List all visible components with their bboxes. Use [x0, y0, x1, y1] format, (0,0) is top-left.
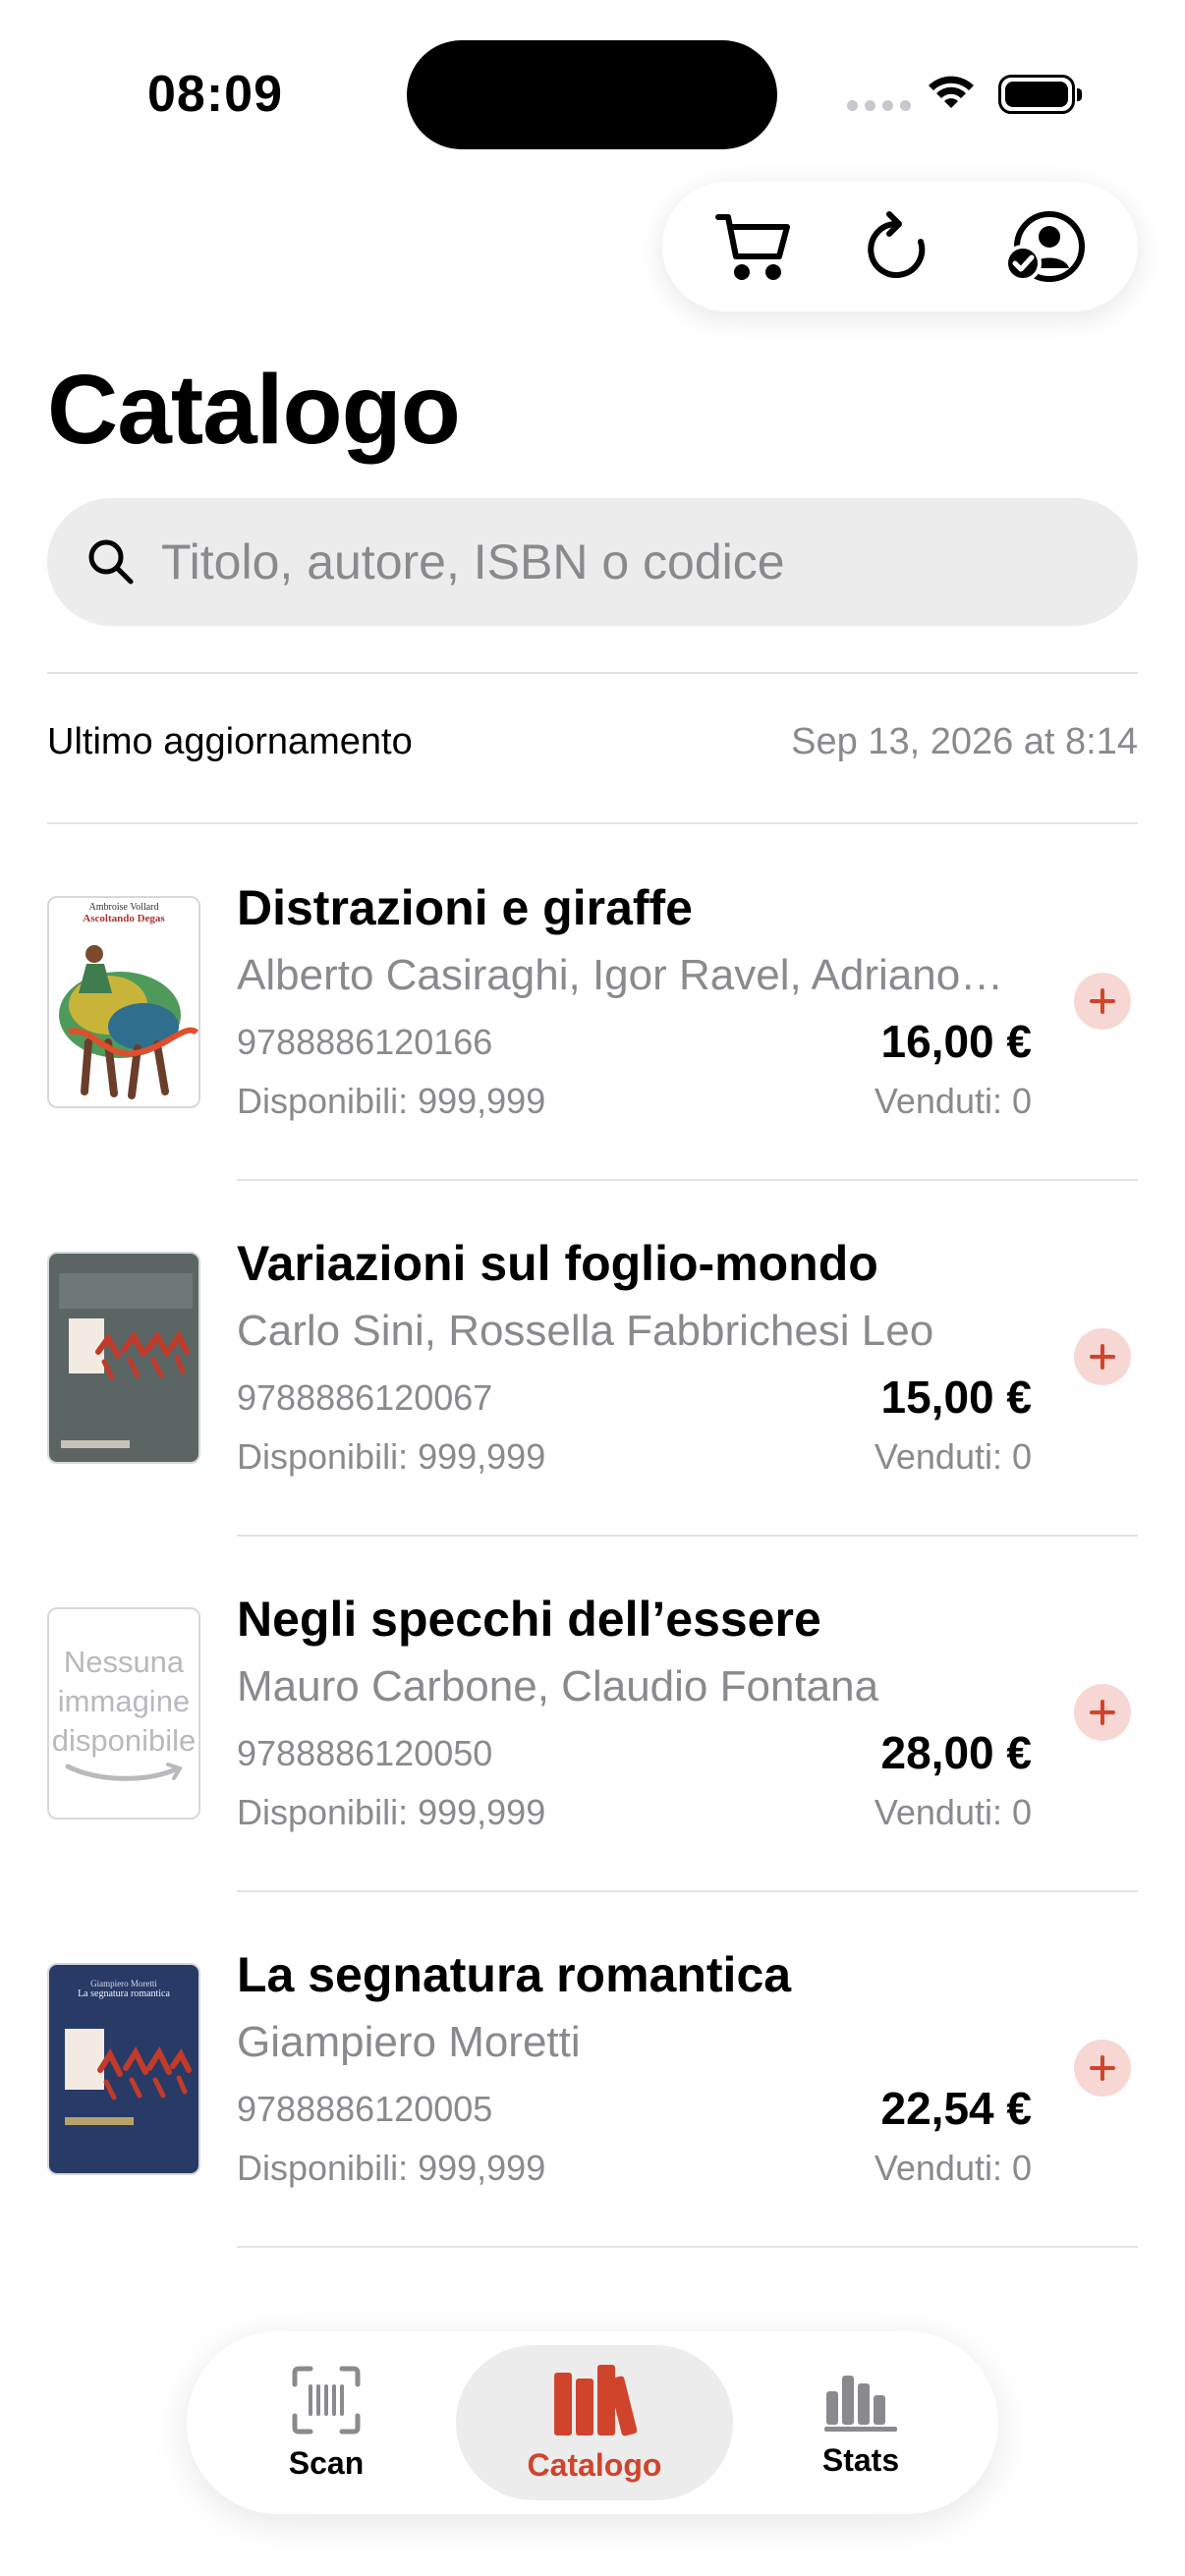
search-icon	[88, 539, 134, 585]
add-to-cart-button[interactable]	[1074, 973, 1131, 1030]
book-list: Ambroise Vollard Ascoltando Degas Distra…	[0, 825, 1185, 2248]
book-isbn: 9788886120067	[237, 1377, 493, 1418]
book-sold: Venduti: 0	[874, 1436, 1032, 1477]
row-divider	[237, 2246, 1138, 2248]
account-button[interactable]	[996, 197, 1095, 296]
book-title: Distrazioni e giraffe	[237, 880, 693, 935]
book-authors: Alberto Casiraghi, Igor Ravel, Adriano…	[237, 951, 1004, 999]
battery-icon	[998, 75, 1082, 114]
bar-chart-icon	[824, 2375, 897, 2432]
dynamic-island	[407, 40, 777, 149]
page-title: Catalogo	[47, 355, 461, 465]
refresh-button[interactable]	[851, 197, 949, 296]
book-available: Disponibili: 999,999	[237, 1081, 546, 1121]
book-sold: Venduti: 0	[874, 1792, 1032, 1832]
book-cover-placeholder: Nessuna immagine disponibile	[47, 1607, 200, 1820]
cart-icon	[715, 214, 790, 280]
tab-label: Catalogo	[527, 2446, 662, 2483]
tab-bar: Scan Catalogo Stats	[187, 2331, 998, 2514]
plus-icon	[1090, 988, 1115, 1014]
plus-icon	[1090, 1344, 1115, 1370]
placeholder-text: immagine	[57, 1684, 191, 1718]
cover-figures-illustration	[65, 2029, 192, 2125]
placeholder-text: Nessuna	[63, 1645, 185, 1679]
cover-author-text: Giampiero Moretti	[90, 1979, 157, 1988]
last-update-row: Ultimo aggiornamento Sep 13, 2026 at 8:1…	[47, 721, 1138, 763]
book-title: Negli specchi dell’essere	[237, 1592, 821, 1647]
add-to-cart-button[interactable]	[1074, 1328, 1131, 1385]
book-available: Disponibili: 999,999	[237, 2148, 546, 2188]
last-update-label: Ultimo aggiornamento	[47, 721, 413, 762]
book-authors: Mauro Carbone, Claudio Fontana	[237, 1662, 879, 1710]
book-cover: Ambroise Vollard Ascoltando Degas	[47, 896, 200, 1108]
cover-author-text: Ambroise Vollard	[88, 902, 159, 913]
book-price: 22,54 €	[880, 2083, 1032, 2134]
book-isbn: 9788886120005	[237, 2089, 493, 2129]
cellular-signal-icon	[847, 100, 911, 111]
cart-button[interactable]	[705, 197, 804, 296]
refresh-icon	[868, 211, 926, 278]
placeholder-text: disponibile	[51, 1723, 197, 1758]
tab-catalogo[interactable]: Catalogo	[456, 2345, 733, 2500]
book-cover	[47, 1252, 200, 1464]
book-available: Disponibili: 999,999	[237, 1436, 546, 1477]
divider	[47, 672, 1138, 674]
book-sold: Venduti: 0	[874, 1081, 1032, 1121]
account-verified-icon	[1004, 211, 1085, 282]
book-authors: Giampiero Moretti	[237, 2018, 581, 2066]
plus-icon	[1090, 2055, 1115, 2081]
book-isbn: 9788886120050	[237, 1733, 493, 1773]
cover-figures-illustration	[59, 1273, 193, 1448]
wifi-icon	[929, 76, 974, 108]
cover-dancers-illustration	[59, 945, 198, 1099]
plus-icon	[1090, 1700, 1115, 1725]
add-to-cart-button[interactable]	[1074, 1684, 1131, 1741]
list-item[interactable]: Nessuna immagine disponibile Negli specc…	[0, 1537, 1185, 1892]
books-icon	[554, 2364, 637, 2436]
book-title: La segnatura romantica	[237, 1947, 792, 2002]
book-available: Disponibili: 999,999	[237, 1792, 546, 1832]
tab-stats[interactable]: Stats	[737, 2345, 985, 2500]
book-price: 16,00 €	[880, 1016, 1032, 1067]
top-toolbar	[662, 182, 1138, 311]
divider	[47, 822, 1138, 824]
book-isbn: 9788886120166	[237, 1022, 493, 1062]
list-item[interactable]: Variazioni sul foglio-mondo Carlo Sini, …	[0, 1181, 1185, 1537]
book-authors: Carlo Sini, Rossella Fabbrichesi Leo	[237, 1307, 934, 1355]
book-price: 28,00 €	[880, 1727, 1032, 1778]
tab-label: Scan	[288, 2444, 365, 2481]
cover-title-text: La segnatura romantica	[78, 1988, 170, 1999]
search-input[interactable]	[159, 532, 1047, 591]
book-sold: Venduti: 0	[874, 2148, 1032, 2188]
cover-title-text: Ascoltando Degas	[83, 913, 165, 924]
last-update-value: Sep 13, 2026 at 8:14	[791, 721, 1138, 762]
book-title: Variazioni sul foglio-mondo	[237, 1236, 878, 1291]
book-cover: Giampiero Moretti La segnatura romantica	[47, 1963, 200, 2175]
list-item[interactable]: Giampiero Moretti La segnatura romantica…	[0, 1892, 1185, 2248]
book-price: 15,00 €	[880, 1372, 1032, 1423]
amazon-smile-icon	[65, 1763, 183, 1781]
barcode-scan-icon	[292, 2366, 361, 2434]
status-time: 08:09	[147, 66, 283, 123]
list-item[interactable]: Ambroise Vollard Ascoltando Degas Distra…	[0, 825, 1185, 1181]
tab-label: Stats	[821, 2441, 900, 2478]
add-to-cart-button[interactable]	[1074, 2040, 1131, 2097]
search-bar[interactable]	[47, 498, 1138, 626]
tab-scan[interactable]: Scan	[200, 2345, 452, 2500]
